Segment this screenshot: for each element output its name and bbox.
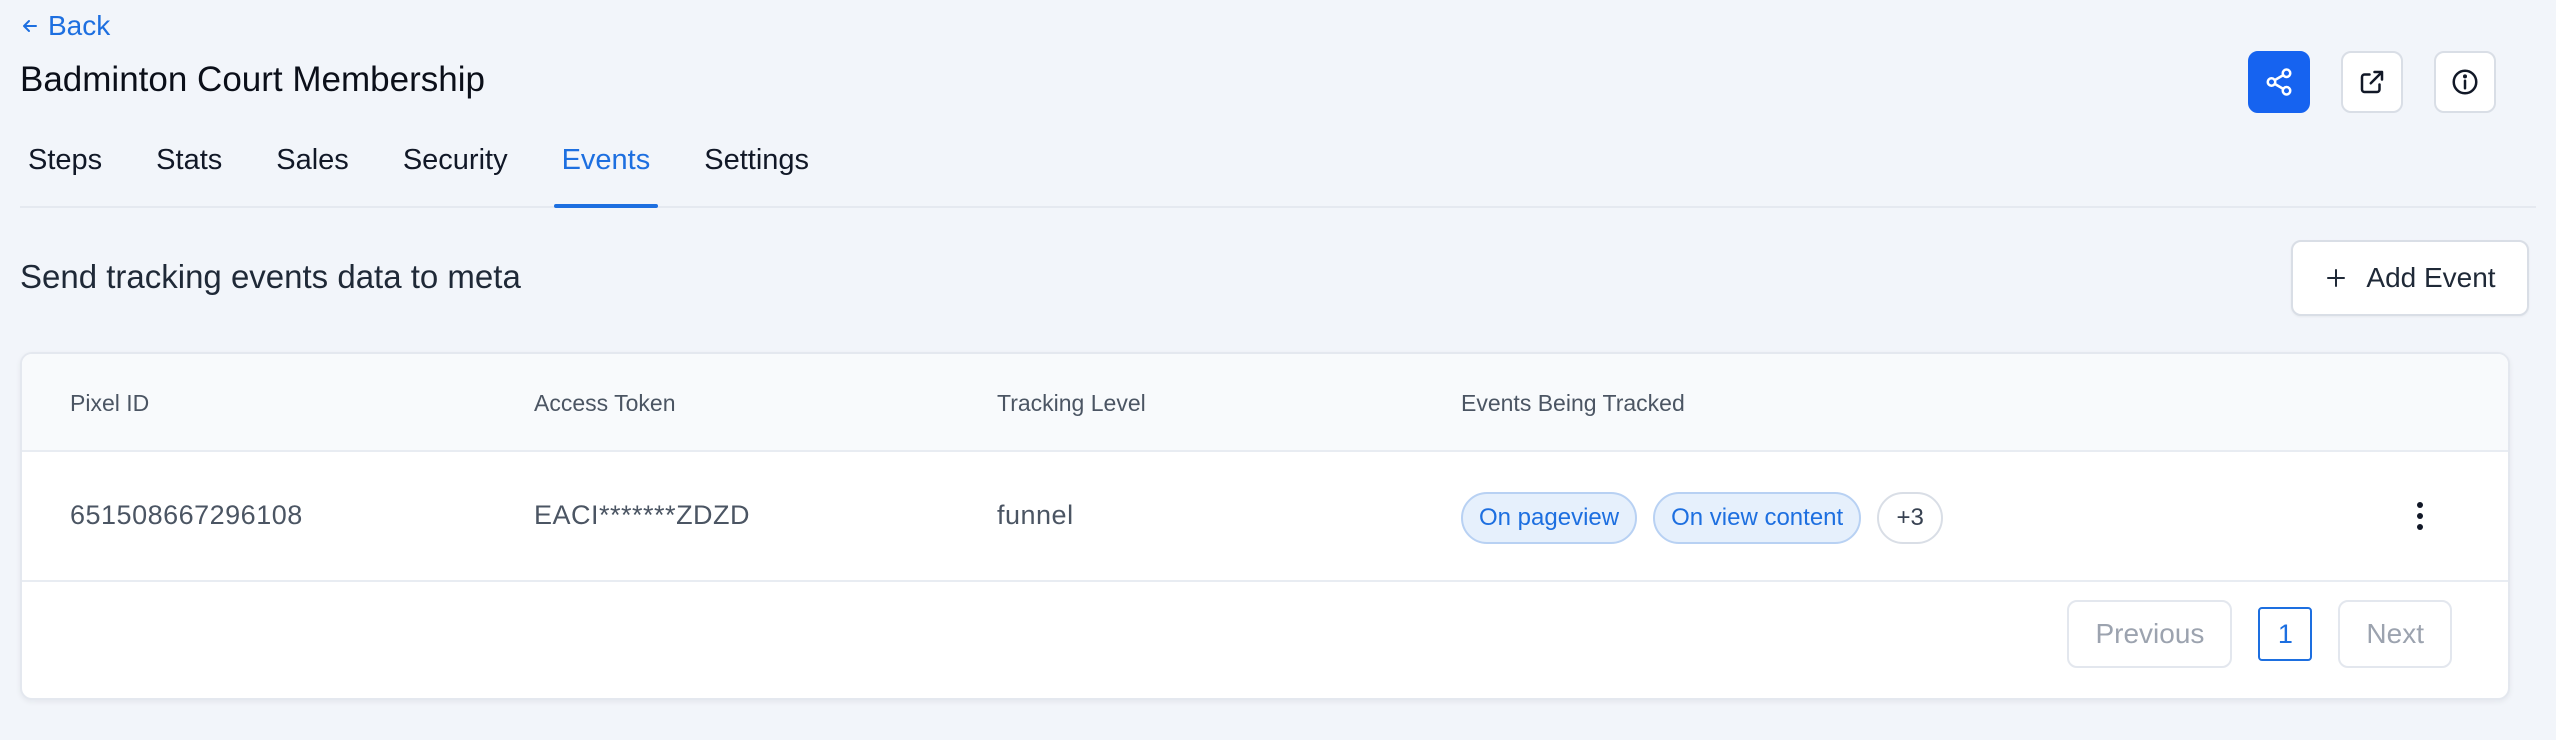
plus-icon (2327, 269, 2346, 287)
table-header: Pixel ID Access Token Tracking Level Eve… (22, 354, 2508, 452)
header-actions (2248, 51, 2496, 113)
external-link-icon (2360, 70, 2384, 94)
back-label: Back (48, 10, 111, 41)
tab-steps[interactable]: Steps (20, 128, 110, 206)
share-icon (2266, 68, 2292, 96)
tab-stats[interactable]: Stats (148, 128, 230, 206)
previous-page-button[interactable]: Previous (2067, 600, 2233, 668)
tracking-level-cell: funnel (997, 500, 1074, 530)
pagination: Previous 1 Next (2067, 600, 2452, 668)
event-chip-pageview[interactable]: On pageview (1461, 492, 1638, 544)
arrow-left-icon (23, 20, 37, 32)
events-table-card: Pixel ID Access Token Tracking Level Eve… (20, 352, 2510, 700)
section-title: Send tracking events data to meta (20, 258, 521, 295)
column-header-access-token: Access Token (534, 390, 676, 416)
add-event-button[interactable]: Add Event (2291, 240, 2529, 316)
back-link[interactable]: Back (20, 10, 110, 42)
open-external-button[interactable] (2341, 51, 2403, 113)
column-header-pixel-id: Pixel ID (70, 390, 150, 416)
tab-sales[interactable]: Sales (268, 128, 357, 206)
page-title: Badminton Court Membership (20, 60, 485, 99)
tab-security[interactable]: Security (395, 128, 516, 206)
column-header-events: Events Being Tracked (1461, 390, 1685, 416)
access-token-cell: EACI*******ZDZD (534, 500, 751, 530)
column-header-tracking-level: Tracking Level (997, 390, 1146, 416)
more-events-chip[interactable]: +3 (1877, 492, 1944, 544)
share-button[interactable] (2248, 51, 2310, 113)
info-icon (2452, 69, 2478, 95)
tab-bar: Steps Stats Sales Security Events Settin… (20, 128, 2536, 208)
row-actions-kebab-icon[interactable] (2400, 496, 2440, 536)
info-button[interactable] (2434, 51, 2496, 113)
next-page-button[interactable]: Next (2338, 600, 2452, 668)
events-chips: On pageview On view content +3 (1461, 492, 1944, 544)
pixel-id-cell: 651508667296108 (70, 500, 303, 530)
page-number-current[interactable]: 1 (2258, 607, 2313, 661)
add-event-label: Add Event (2366, 262, 2496, 293)
table-row: 651508667296108 EACI*******ZDZD funnel O… (22, 452, 2508, 582)
tab-settings[interactable]: Settings (696, 128, 817, 206)
tab-events[interactable]: Events (553, 128, 659, 208)
event-chip-view-content[interactable]: On view content (1653, 492, 1862, 544)
